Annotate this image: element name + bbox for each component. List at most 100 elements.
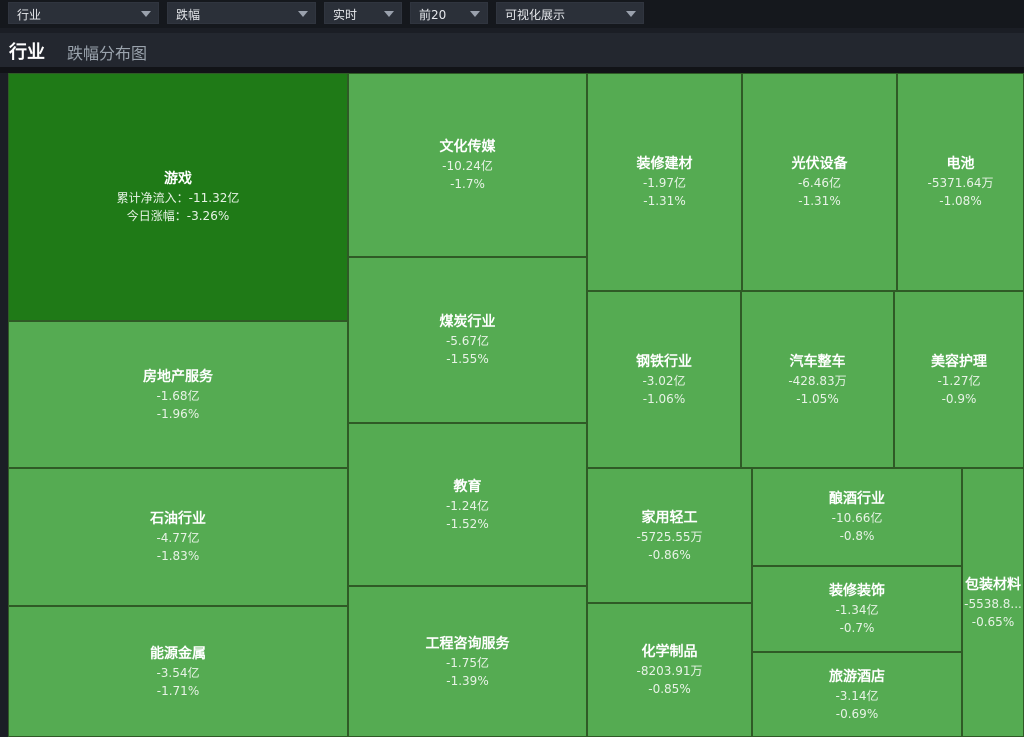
cell-change: -1.06% bbox=[643, 390, 685, 408]
cell-change: -1.55% bbox=[446, 350, 488, 368]
change-value: -0.9% bbox=[941, 391, 977, 406]
change-value: -1.7% bbox=[450, 177, 485, 191]
net-flow-value: -428.83万 bbox=[788, 373, 847, 388]
treemap-cell[interactable]: 装修装饰 -1.34亿 -0.7% bbox=[752, 566, 962, 652]
treemap: 游戏 累计净流入：-11.32亿 今日涨幅：-3.26% 房地产服务 -1.68亿 -1.… bbox=[8, 73, 1024, 737]
treemap-cell[interactable]: 教育 -1.24亿 -1.52% bbox=[348, 423, 587, 586]
change-value: -0.7% bbox=[839, 621, 875, 635]
cell-name: 教育 bbox=[453, 478, 482, 495]
net-flow-value: -5725.55万 bbox=[636, 529, 703, 544]
change-value: -1.96% bbox=[156, 406, 200, 421]
change-value: -0.85% bbox=[648, 682, 691, 696]
cell-net-flow: -5.67亿 bbox=[446, 332, 489, 350]
cell-name: 文化传媒 bbox=[439, 139, 496, 155]
cell-change: -0.85% bbox=[648, 680, 690, 698]
cell-net-flow: -5538.8... bbox=[964, 595, 1022, 613]
metric-dropdown[interactable]: 跌幅 bbox=[167, 2, 316, 24]
change-value: -1.05% bbox=[796, 391, 839, 406]
page-title: 行业 bbox=[9, 42, 45, 63]
change-value: -1.31% bbox=[798, 194, 841, 208]
cell-change: -0.86% bbox=[648, 546, 690, 564]
treemap-cell[interactable]: 家用轻工 -5725.55万 -0.86% bbox=[587, 468, 752, 603]
treemap-cell[interactable]: 石油行业 -4.77亿 -1.83% bbox=[8, 468, 348, 606]
treemap-cell[interactable]: 装修建材 -1.97亿 -1.31% bbox=[587, 73, 742, 291]
cell-net-flow: -1.27亿 bbox=[937, 372, 980, 390]
change-value: -3.26% bbox=[186, 209, 230, 223]
treemap-cell[interactable]: 汽车整车 -428.83万 -1.05% bbox=[741, 291, 894, 468]
change-value: -1.08% bbox=[939, 194, 982, 208]
cell-change: -1.05% bbox=[796, 390, 838, 408]
chevron-down-icon bbox=[298, 11, 308, 17]
treemap-cell[interactable]: 旅游酒店 -3.14亿 -0.69% bbox=[752, 652, 962, 737]
net-flow-value: -3.54亿 bbox=[156, 665, 200, 680]
treemap-cell[interactable]: 电池 -5371.64万 -1.08% bbox=[897, 73, 1024, 291]
cell-change: -1.96% bbox=[157, 405, 199, 423]
change-value: -0.86% bbox=[648, 547, 691, 562]
view-dropdown[interactable]: 可视化展示 bbox=[496, 2, 644, 24]
cell-net-flow: -6.46亿 bbox=[798, 174, 841, 192]
period-dropdown-label: 实时 bbox=[333, 8, 358, 22]
treemap-cell[interactable]: 钢铁行业 -3.02亿 -1.06% bbox=[587, 291, 741, 468]
net-flow-label: 累计净流入： bbox=[116, 191, 189, 205]
treemap-cell[interactable]: 房地产服务 -1.68亿 -1.96% bbox=[8, 321, 348, 468]
net-flow-value: -3.14亿 bbox=[835, 688, 879, 703]
net-flow-value: -1.68亿 bbox=[156, 388, 200, 403]
treemap-cell[interactable]: 文化传媒 -10.24亿 -1.7% bbox=[348, 73, 587, 257]
treemap-cell[interactable]: 酿酒行业 -10.66亿 -0.8% bbox=[752, 468, 962, 566]
cell-name: 石油行业 bbox=[150, 511, 206, 527]
chevron-down-icon bbox=[384, 11, 394, 17]
cell-name: 工程咨询服务 bbox=[425, 635, 510, 652]
change-value: -0.8% bbox=[839, 529, 875, 543]
category-dropdown-label: 行业 bbox=[17, 8, 42, 22]
treemap-cell[interactable]: 煤炭行业 -5.67亿 -1.55% bbox=[348, 257, 587, 423]
filter-toolbar: 行业 跌幅 实时 前20 可视化展示 bbox=[0, 0, 1024, 28]
cell-name: 美容护理 bbox=[931, 353, 987, 370]
net-flow-value: -3.02亿 bbox=[642, 373, 686, 388]
net-flow-value: -6.46亿 bbox=[797, 176, 842, 190]
net-flow-value: -1.34亿 bbox=[835, 603, 879, 617]
cell-change: 今日涨幅：-3.26% bbox=[127, 207, 229, 225]
cell-net-flow: -428.83万 bbox=[788, 372, 846, 390]
change-label: 今日涨幅： bbox=[126, 209, 187, 223]
cell-change: -1.31% bbox=[643, 192, 685, 210]
treemap-cell[interactable]: 化学制品 -8203.91万 -0.85% bbox=[587, 603, 752, 737]
view-dropdown-label: 可视化展示 bbox=[505, 8, 566, 22]
treemap-cell[interactable]: 美容护理 -1.27亿 -0.9% bbox=[894, 291, 1024, 468]
treemap-cell[interactable]: 游戏 累计净流入：-11.32亿 今日涨幅：-3.26% bbox=[8, 73, 348, 321]
change-value: -0.69% bbox=[835, 706, 879, 721]
net-flow-value: -1.97亿 bbox=[642, 176, 687, 190]
net-flow-value: -1.27亿 bbox=[937, 373, 981, 388]
treemap-cell[interactable]: 光伏设备 -6.46亿 -1.31% bbox=[742, 73, 897, 291]
net-flow-value: -5371.64万 bbox=[927, 176, 994, 190]
net-flow-value: -11.32亿 bbox=[188, 191, 240, 205]
treemap-cell[interactable]: 能源金属 -3.54亿 -1.71% bbox=[8, 606, 348, 737]
cell-net-flow: -5371.64万 bbox=[928, 174, 994, 192]
chevron-down-icon bbox=[141, 11, 151, 17]
cell-net-flow: -4.77亿 bbox=[156, 529, 199, 547]
period-dropdown[interactable]: 实时 bbox=[324, 2, 402, 24]
cell-net-flow: -5725.55万 bbox=[637, 528, 703, 546]
change-value: -1.55% bbox=[446, 352, 489, 366]
cell-net-flow: -10.24亿 bbox=[442, 157, 493, 175]
category-dropdown[interactable]: 行业 bbox=[8, 2, 159, 24]
cell-change: -1.39% bbox=[446, 672, 488, 690]
cell-name: 电池 bbox=[946, 156, 975, 172]
cell-net-flow: 累计净流入：-11.32亿 bbox=[117, 189, 240, 207]
cell-name: 煤炭行业 bbox=[439, 314, 496, 330]
treemap-cell[interactable]: 工程咨询服务 -1.75亿 -1.39% bbox=[348, 586, 587, 737]
cell-name: 游戏 bbox=[164, 171, 192, 187]
cell-name: 光伏设备 bbox=[791, 156, 848, 172]
top-dropdown[interactable]: 前20 bbox=[410, 2, 488, 24]
cell-name: 包装材料 bbox=[965, 576, 1021, 593]
cell-change: -1.08% bbox=[939, 192, 981, 210]
change-value: -1.71% bbox=[156, 683, 200, 698]
cell-name: 能源金属 bbox=[150, 645, 206, 662]
change-value: -1.31% bbox=[643, 194, 686, 208]
change-value: -1.52% bbox=[446, 516, 489, 531]
cell-name: 装修装饰 bbox=[829, 583, 885, 599]
cell-change: -1.52% bbox=[446, 515, 488, 533]
cell-name: 酿酒行业 bbox=[829, 491, 885, 507]
net-flow-value: -8203.91万 bbox=[636, 664, 703, 678]
chevron-down-icon bbox=[626, 11, 636, 17]
treemap-cell[interactable]: 包装材料 -5538.8... -0.65% bbox=[962, 468, 1024, 737]
